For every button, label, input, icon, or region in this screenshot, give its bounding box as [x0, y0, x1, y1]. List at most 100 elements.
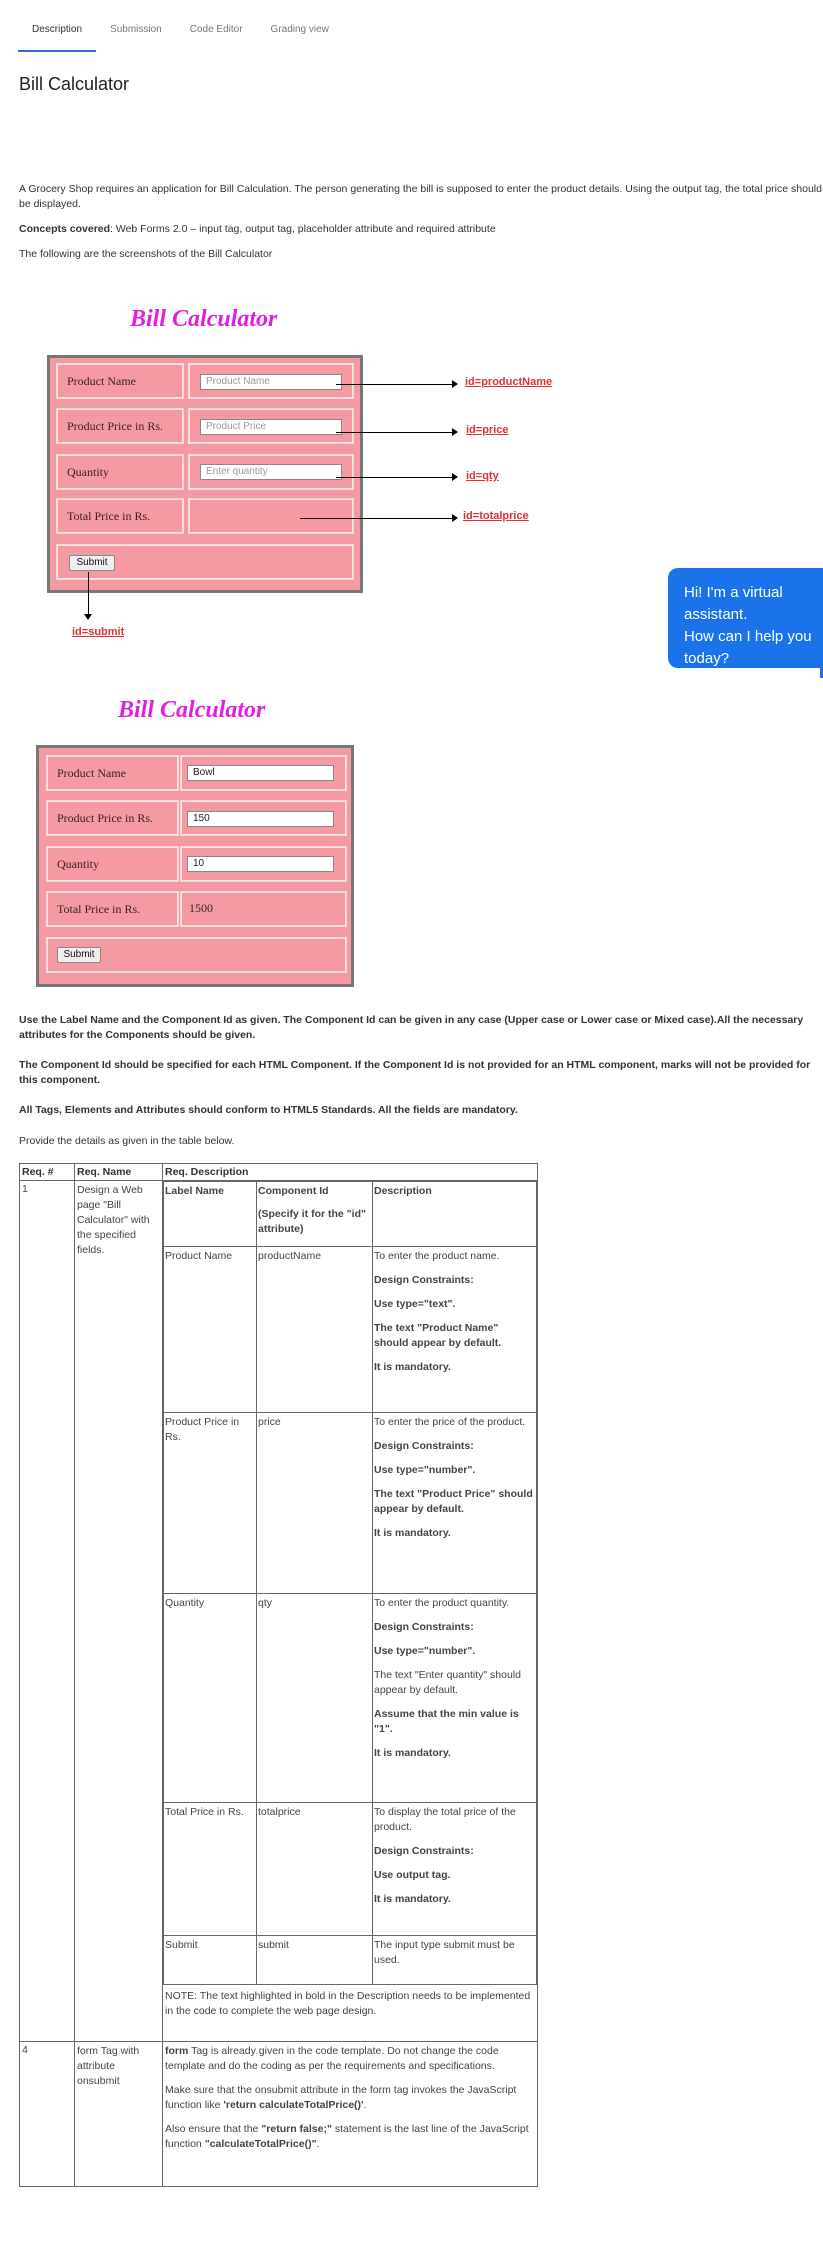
desc-text: To enter the product quantity.	[374, 1597, 510, 1609]
figure1-total-output	[188, 498, 354, 534]
note-html5: All Tags, Elements and Attributes should…	[19, 1104, 518, 1116]
arrow-line	[300, 518, 456, 519]
design-note: NOTE: The text highlighted in bold in th…	[165, 1990, 531, 2017]
desc-text: Also ensure that the "return false;" sta…	[165, 2122, 535, 2152]
arrow-head	[452, 380, 458, 388]
desc-text: The input type submit must be used.	[374, 1939, 515, 1966]
cell-label: Total Price in Rs.	[163, 1802, 257, 1936]
figure1-form: Product Name Product Name Product Price …	[47, 355, 363, 593]
cell-description: To enter the price of the product. Desig…	[372, 1412, 537, 1594]
desc-span: Also ensure that the	[165, 2123, 262, 2135]
req-num: 1	[19, 1180, 75, 2042]
figure1-title: Bill Calculator	[130, 306, 278, 332]
tab-grading-view[interactable]: Grading view	[257, 18, 343, 52]
tab-description[interactable]: Description	[18, 18, 97, 52]
header-req-description: Req. Description	[162, 1163, 538, 1181]
table-row: Product Price in Rs. price To enter the …	[163, 1412, 537, 1594]
desc-text: It is mandatory.	[374, 1747, 451, 1759]
table-row: Product Name productName To enter the pr…	[163, 1246, 537, 1413]
figure2-form: Product Name Bowl Product Price in Rs. 1…	[36, 745, 354, 987]
figure1-submit-button[interactable]: Submit	[69, 555, 115, 571]
id-label-productname: id=productName	[465, 376, 553, 388]
req-name: Design a Web page "Bill Calculator" with…	[74, 1180, 163, 2042]
figure2-label-quantity: Quantity	[46, 846, 179, 882]
chat-line: Hi! I'm a virtual assistant.	[684, 584, 783, 623]
arrow-line	[336, 432, 456, 433]
header-req-name: Req. Name	[74, 1163, 163, 1181]
desc-bold: form	[165, 2045, 189, 2057]
id-label-price: id=price	[466, 424, 509, 436]
cell-description: To enter the product name. Design Constr…	[372, 1246, 537, 1413]
desc-text: Use type="number".	[374, 1464, 476, 1476]
req-num: 4	[19, 2041, 75, 2187]
tab-code-editor[interactable]: Code Editor	[176, 18, 257, 52]
req-description: Label Name Component Id (Specify it for …	[162, 1180, 538, 2042]
id-label-qty: id=qty	[466, 470, 499, 482]
figure1-product-name-input[interactable]: Product Name	[200, 374, 342, 390]
desc-text: Use type="number".	[374, 1645, 476, 1657]
figure1-price-input[interactable]: Product Price	[200, 419, 342, 435]
note-id-required: The Component Id should be specified for…	[19, 1059, 811, 1086]
intro-paragraph: A Grocery Shop requires an application f…	[19, 183, 822, 210]
cell-label: Submit	[163, 1935, 257, 1985]
cell-id: submit	[256, 1935, 373, 1985]
desc-text: Design Constraints:	[374, 1440, 474, 1452]
arrow-line	[336, 477, 456, 478]
figure1-label-price: Product Price in Rs.	[56, 408, 184, 444]
concepts-paragraph: Concepts covered: Web Forms 2.0 – input …	[19, 222, 823, 237]
inner-header-id-note: (Specify it for the "id" attribute)	[258, 1208, 366, 1235]
cell-description: To enter the product quantity. Design Co…	[372, 1593, 537, 1803]
figure2-submit-button[interactable]: Submit	[57, 947, 101, 963]
desc-text: It is mandatory.	[374, 1361, 451, 1373]
figure2-title: Bill Calculator	[118, 697, 266, 723]
desc-text: Make sure that the onsubmit attribute in…	[165, 2083, 535, 2113]
page-title: Bill Calculator	[19, 74, 130, 94]
cell-id: productName	[256, 1246, 373, 1413]
table-row: Quantity qty To enter the product quanti…	[163, 1593, 537, 1803]
cell-id: totalprice	[256, 1802, 373, 1936]
concepts-text: : Web Forms 2.0 – input tag, output tag,…	[110, 223, 496, 235]
desc-text: It is mandatory.	[374, 1527, 451, 1539]
virtual-assistant-bubble[interactable]: Hi! I'm a virtual assistant. How can I h…	[668, 568, 823, 668]
figure2-label-price: Product Price in Rs.	[46, 800, 179, 836]
desc-text: Use type="text".	[374, 1298, 456, 1310]
desc-bold: "calculateTotalPrice()"	[204, 2138, 317, 2150]
desc-span: .	[363, 2099, 367, 2111]
inner-header-id-title: Component Id	[258, 1185, 329, 1197]
id-label-submit: id=submit	[72, 626, 125, 638]
desc-text: form Tag is already given in the code te…	[165, 2044, 535, 2074]
arrow-head	[452, 514, 458, 522]
figure2-quantity-input[interactable]: 10	[187, 856, 334, 872]
desc-text: It is mandatory.	[374, 1893, 451, 1905]
desc-bold: "return false;"	[261, 2123, 332, 2135]
cell-label: Quantity	[163, 1593, 257, 1803]
inner-header-description: Description	[372, 1181, 537, 1247]
note-table-intro: Provide the details as given in the tabl…	[19, 1135, 235, 1147]
tab-submission[interactable]: Submission	[96, 18, 176, 52]
screenshots-caption: The following are the screenshots of the…	[19, 248, 273, 260]
desc-span: .	[316, 2138, 320, 2150]
note-component-id: Use the Label Name and the Component Id …	[19, 1014, 804, 1041]
tab-bar: Description Submission Code Editor Gradi…	[18, 18, 343, 52]
figure2-total-value: 1500	[189, 901, 213, 915]
id-label-totalprice: id=totalprice	[463, 510, 529, 522]
figure1-label-total: Total Price in Rs.	[56, 498, 184, 534]
figure1-quantity-input[interactable]: Enter quantity	[200, 464, 342, 480]
inner-header-id: Component Id (Specify it for the "id" at…	[256, 1181, 373, 1247]
figure1-label-product-name: Product Name	[56, 363, 184, 399]
figure2-product-name-input[interactable]: Bowl	[187, 765, 334, 781]
cell-id: price	[256, 1412, 373, 1594]
intro-text: A Grocery Shop requires an application f…	[19, 182, 823, 272]
table-row: Submit submit The input type submit must…	[163, 1935, 537, 1985]
figure2-label-product-name: Product Name	[46, 755, 179, 791]
header-req-num: Req. #	[19, 1163, 75, 1181]
chat-line: today?	[684, 650, 730, 667]
table-row: 4 form Tag with attribute onsubmit form …	[19, 2041, 538, 2187]
desc-text: To enter the product name.	[374, 1250, 500, 1262]
table-row: Total Price in Rs. totalprice To display…	[163, 1802, 537, 1936]
desc-text: The text "Product Price" should appear b…	[374, 1488, 533, 1515]
cell-description: The input type submit must be used.	[372, 1935, 537, 1985]
figure2-price-input[interactable]: 150	[187, 811, 334, 827]
desc-span: Tag is already given in the code templat…	[165, 2045, 499, 2072]
component-table: Label Name Component Id (Specify it for …	[163, 1181, 537, 1985]
